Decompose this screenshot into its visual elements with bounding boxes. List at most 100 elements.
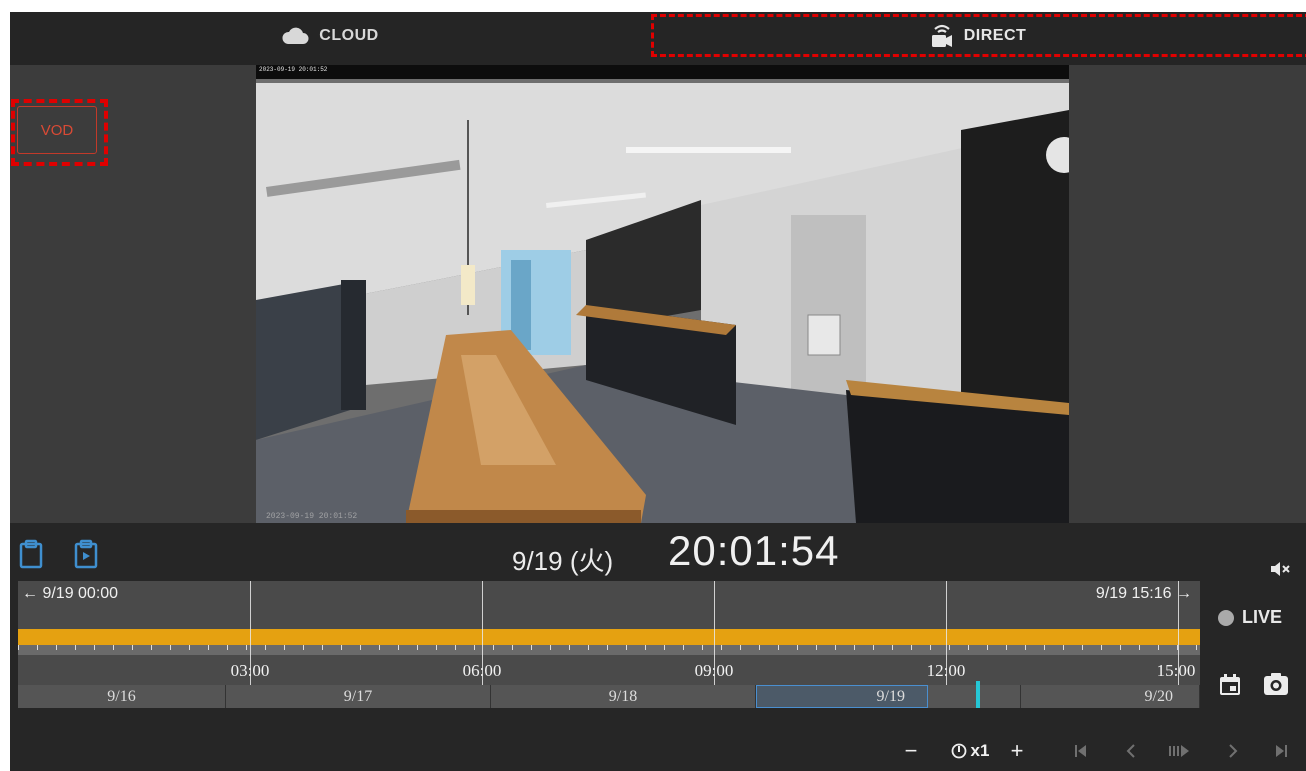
step-forward-button[interactable] [1220, 733, 1246, 769]
timeline-tick [759, 645, 760, 650]
day-cell[interactable]: 9/19 [756, 685, 1021, 708]
timeline-tick [474, 645, 475, 650]
speed-value: x1 [970, 741, 990, 760]
play-pause-icon [1169, 745, 1189, 757]
playback-speed-row: − x1 + [10, 733, 1306, 769]
skip-start-button[interactable] [1068, 733, 1094, 769]
timeline-tick [512, 645, 513, 650]
timeline-ticks [18, 645, 1200, 655]
day-strip: 9/16 9/17 9/18 9/19 9/20 [18, 685, 1200, 708]
camera-video-feed[interactable]: 2023-09-19 20:01:52 2023-09-19 20:01:52 [256, 65, 1069, 523]
video-overlay-bottom-text: 2023-09-19 20:01:52 [266, 512, 358, 521]
hour-label: 15:00 [1156, 661, 1196, 680]
tab-cloud[interactable]: CLOUD [10, 12, 650, 60]
camera-icon[interactable] [1263, 672, 1289, 696]
timeline-tick [1082, 645, 1083, 650]
hour-gridline [714, 581, 715, 685]
tab-direct[interactable]: DIRECT [650, 12, 1306, 60]
mute-icon[interactable] [1270, 560, 1292, 578]
timeline-tick [588, 645, 589, 650]
timeline-tick [170, 645, 171, 650]
timeline-tick [1063, 645, 1064, 650]
timeline-tick [132, 645, 133, 650]
timeline-tick [341, 645, 342, 650]
timeline-tick [436, 645, 437, 650]
timeline-tick [94, 645, 95, 650]
timeline-tick [1044, 645, 1045, 650]
left-panel: VOD [10, 65, 256, 523]
day-cell[interactable]: 9/17 [226, 685, 491, 708]
play-pause-button[interactable] [1164, 733, 1194, 769]
timeline-tick [18, 645, 19, 650]
timeline-tick [987, 645, 988, 650]
timeline-tick [265, 645, 266, 650]
timeline-tick [1196, 645, 1197, 650]
speed-icon [951, 743, 966, 759]
timeline-tick [721, 645, 722, 650]
timeline-tick [930, 645, 931, 650]
timeline-tick [360, 645, 361, 650]
timeline-tick [284, 645, 285, 650]
timeline-tick [246, 645, 247, 650]
timeline-tick [417, 645, 418, 650]
timeline-tick [550, 645, 551, 650]
timeline-tick [835, 645, 836, 650]
wifi-camera-icon [931, 24, 952, 47]
skip-end-button[interactable] [1268, 733, 1294, 769]
timeline-tick [626, 645, 627, 650]
timeline-tick [37, 645, 38, 650]
timeline-tick [379, 645, 380, 650]
clipboard-play-icon[interactable] [73, 539, 101, 569]
speed-up-button[interactable]: + [1004, 733, 1030, 769]
timeline-tick [1120, 645, 1121, 650]
timeline-tick [607, 645, 608, 650]
hour-gridline [482, 581, 483, 685]
playback-control-bar: 9/19 (火) 20:01:54 ← 9/19 00:00 9/19 15:1… [10, 523, 1306, 771]
timeline-tick [664, 645, 665, 650]
recording-bar[interactable] [18, 629, 1200, 645]
speed-down-button[interactable]: − [898, 733, 924, 769]
timeline-tick [797, 645, 798, 650]
timeline-tick [740, 645, 741, 650]
timeline-tick [303, 645, 304, 650]
speed-display[interactable]: x1 [935, 733, 1005, 769]
timeline-tick [569, 645, 570, 650]
playback-time: 20:01:54 [668, 527, 840, 574]
timeline-tick [322, 645, 323, 650]
timeline-tick [189, 645, 190, 650]
vod-button[interactable]: VOD [17, 106, 97, 154]
timeline[interactable]: ← 9/19 00:00 9/19 15:16 → 03:00 06:00 09… [18, 581, 1200, 728]
timeline-tick [892, 645, 893, 650]
timeline-range-header: ← 9/19 00:00 9/19 15:16 → [18, 581, 1200, 629]
timeline-tick [1025, 645, 1026, 650]
day-cell[interactable]: 9/20 [1021, 685, 1200, 708]
day-cell[interactable]: 9/18 [491, 685, 756, 708]
calendar-icon[interactable] [1219, 674, 1241, 696]
app-window: CLOUD DIRECT VOD 2023-09-19 20:01:52 202… [10, 12, 1306, 771]
timeline-hour-labels: 03:00 06:00 09:00 12:00 15:00 [18, 655, 1200, 685]
timeline-tick [208, 645, 209, 650]
timeline-tick [151, 645, 152, 650]
timeline-tick [778, 645, 779, 650]
clipboard-icon[interactable] [18, 539, 46, 569]
timeline-tick [493, 645, 494, 650]
timeline-tick [968, 645, 969, 650]
timeline-tick [911, 645, 912, 650]
timeline-tick [1006, 645, 1007, 650]
step-back-icon [1126, 744, 1135, 758]
hour-gridline [946, 581, 947, 685]
live-button[interactable]: LIVE [1218, 607, 1282, 628]
step-back-button[interactable] [1118, 733, 1144, 769]
source-tab-bar: CLOUD DIRECT [10, 12, 1306, 65]
timeline-tick [1158, 645, 1159, 650]
timeline-tick [816, 645, 817, 650]
timeline-range-start[interactable]: ← 9/19 00:00 [22, 585, 118, 603]
day-cell[interactable]: 9/16 [18, 685, 226, 708]
timeline-tick [398, 645, 399, 650]
timeline-tick [854, 645, 855, 650]
timeline-tick [56, 645, 57, 650]
hour-gridline [1178, 581, 1179, 685]
step-forward-icon [1229, 744, 1238, 758]
timeline-tick [949, 645, 950, 650]
timeline-playhead[interactable] [976, 681, 980, 708]
